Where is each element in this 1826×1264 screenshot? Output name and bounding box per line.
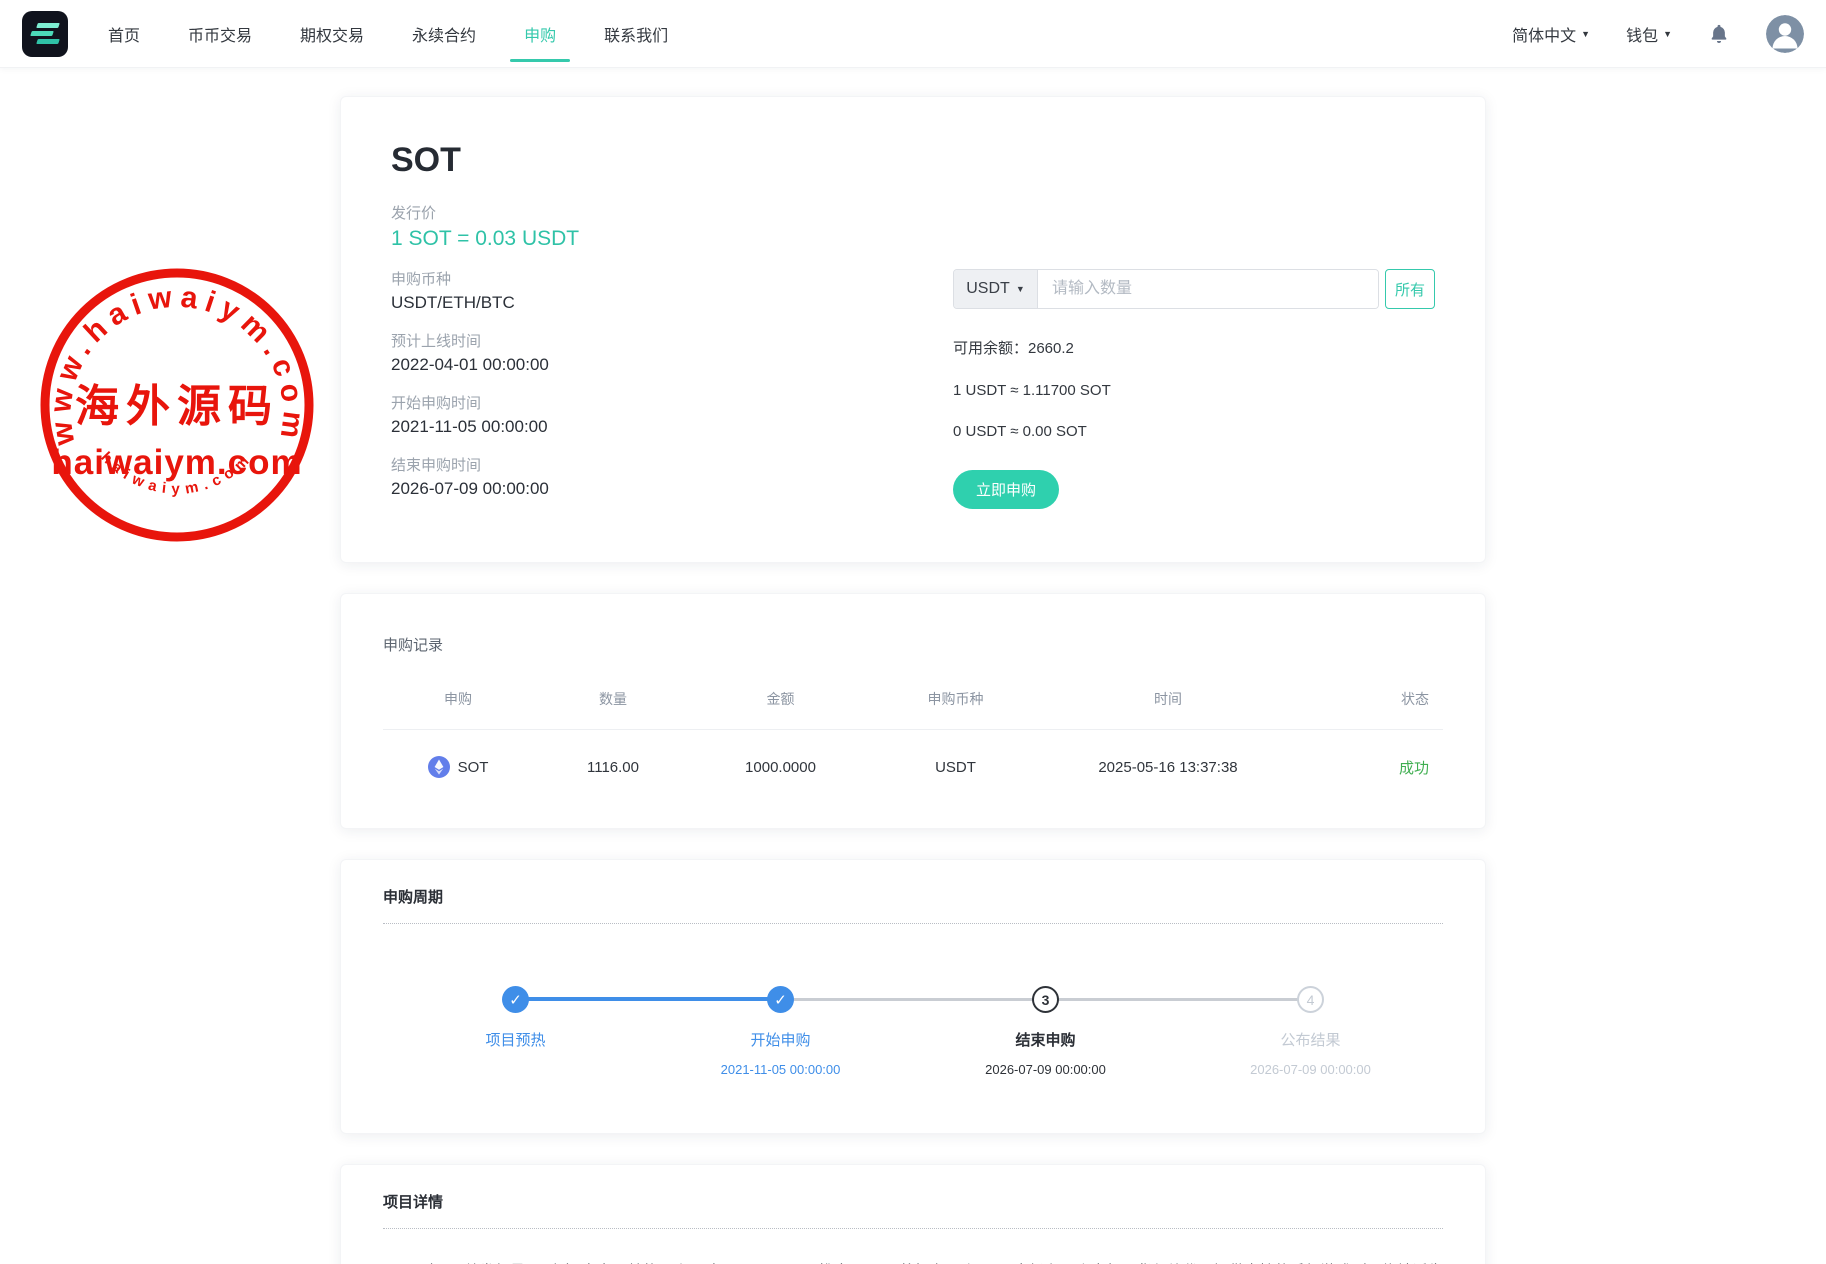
stamp-center-name: 海外源码 xyxy=(75,382,279,431)
logo-bar xyxy=(30,31,54,36)
nav-item-home[interactable]: 首页 xyxy=(106,16,142,52)
step-label: 公布结果 xyxy=(1280,1029,1340,1050)
subscribe-now-button[interactable]: 立即申购 xyxy=(953,470,1059,509)
start-time-label: 开始申购时间 xyxy=(391,392,953,413)
stamp-ring-text: www.haiwaiym.com xyxy=(44,280,310,448)
record-status-badge: 成功 xyxy=(1293,731,1443,778)
column-header: 时间 xyxy=(1043,689,1293,729)
currency-dropdown[interactable]: USDT ▼ xyxy=(954,270,1038,308)
svg-text:haiwaiym.com: haiwaiym.com xyxy=(97,449,256,498)
step-label: 结束申购 xyxy=(1015,1029,1075,1050)
check-icon: ✓ xyxy=(502,986,529,1013)
token-symbol: SOT xyxy=(391,141,953,180)
logo-bar xyxy=(36,39,60,44)
end-time-value: 2026-07-09 00:00:00 xyxy=(391,479,953,499)
timeline-step-result: 4 公布结果 2026-07-09 00:00:00 xyxy=(1178,986,1443,1077)
stamp-bottom-text: haiwaiym.com xyxy=(97,449,256,498)
user-avatar[interactable] xyxy=(1766,15,1804,53)
rate-line-1: 1 USDT ≈ 1.11700 SOT xyxy=(953,382,1435,399)
amount-input-group: USDT ▼ xyxy=(953,269,1379,309)
issue-price-label: 发行价 xyxy=(391,202,953,223)
issue-price-value: 1 SOT = 0.03 USDT xyxy=(391,227,953,251)
end-time-label: 结束申购时间 xyxy=(391,454,953,475)
svg-text:www.haiwaiym.com: www.haiwaiym.com xyxy=(44,280,310,448)
subscription-timeline: ✓ 项目预热 ✓ 开始申购 2021-11-05 00:00:00 3 结束申购… xyxy=(383,986,1443,1077)
language-selector[interactable]: 简体中文 ▼ xyxy=(1512,22,1590,46)
language-label: 简体中文 xyxy=(1512,22,1576,46)
nav-item-options-trade[interactable]: 期权交易 xyxy=(298,16,366,52)
main-content: SOT 发行价 1 SOT = 0.03 USDT 申购币种 USDT/ETH/… xyxy=(340,96,1486,1264)
timeline-step-preheat: ✓ 项目预热 xyxy=(383,986,648,1077)
record-coin-name: SOT xyxy=(458,759,489,776)
step-date: 2026-07-09 00:00:00 xyxy=(1250,1062,1371,1077)
record-amount: 1116.00 xyxy=(533,733,693,776)
timeline-step-start: ✓ 开始申购 2021-11-05 00:00:00 xyxy=(648,986,913,1077)
navbar: 首页 币币交易 期权交易 永续合约 申购 联系我们 简体中文 ▼ 钱包 ▼ xyxy=(0,0,1826,68)
step-date: 2026-07-09 00:00:00 xyxy=(985,1062,1106,1077)
nav-menu: 首页 币币交易 期权交易 永续合约 申购 联系我们 xyxy=(106,16,670,52)
nav-item-contact[interactable]: 联系我们 xyxy=(602,16,670,52)
column-header: 申购 xyxy=(383,689,533,729)
available-balance: 可用余额：2660.2 xyxy=(953,337,1435,358)
details-title: 项目详情 xyxy=(383,1191,1443,1212)
records-title: 申购记录 xyxy=(383,634,1443,655)
column-header: 状态 xyxy=(1293,689,1443,729)
records-table: 申购 数量 金额 申购币种 时间 状态 SOT 1116.00 1000.000… xyxy=(383,689,1443,778)
step-label: 开始申购 xyxy=(750,1029,810,1050)
record-time: 2025-05-16 13:37:38 xyxy=(1043,733,1293,776)
record-total: 1000.0000 xyxy=(693,733,868,776)
logo-bar xyxy=(36,23,60,28)
wallet-menu[interactable]: 钱包 ▼ xyxy=(1626,22,1672,46)
table-row-coin: SOT xyxy=(383,730,533,778)
nav-item-spot-trade[interactable]: 币币交易 xyxy=(186,16,254,52)
amount-input[interactable] xyxy=(1038,270,1378,308)
start-time-value: 2021-11-05 00:00:00 xyxy=(391,417,953,437)
details-card: 项目详情 SOT （项目总发行量100亿）由土耳其的一个团队于 25/07/20… xyxy=(340,1164,1486,1264)
dotted-divider xyxy=(383,923,1443,924)
check-icon: ✓ xyxy=(767,986,794,1013)
nav-item-subscribe[interactable]: 申购 xyxy=(522,16,558,52)
sale-info: SOT 发行价 1 SOT = 0.03 USDT 申购币种 USDT/ETH/… xyxy=(391,141,953,516)
watermark-stamp: www.haiwaiym.com 海外源码 haiwaiym.com haiwa… xyxy=(36,264,318,546)
pay-currency-label: 申购币种 xyxy=(391,268,953,289)
step-number: 4 xyxy=(1297,986,1324,1013)
dotted-divider xyxy=(383,1228,1443,1229)
launch-time-value: 2022-04-01 00:00:00 xyxy=(391,355,953,375)
record-currency: USDT xyxy=(868,733,1043,776)
eth-coin-icon xyxy=(428,756,450,778)
pay-currency-value: USDT/ETH/BTC xyxy=(391,293,953,313)
currency-dropdown-value: USDT xyxy=(966,280,1010,298)
column-header: 数量 xyxy=(533,689,693,729)
step-number: 3 xyxy=(1032,986,1059,1013)
launch-time-label: 预计上线时间 xyxy=(391,330,953,351)
cycle-card: 申购周期 ✓ 项目预热 ✓ 开始申购 2021-11-05 00:00:00 xyxy=(340,859,1486,1134)
table-divider xyxy=(383,729,1443,730)
caret-down-icon: ▼ xyxy=(1016,284,1025,294)
rate-line-2: 0 USDT ≈ 0.00 SOT xyxy=(953,423,1435,440)
caret-down-icon: ▼ xyxy=(1663,29,1672,39)
app-logo-icon[interactable] xyxy=(22,11,68,57)
stamp-center-domain: haiwaiym.com xyxy=(51,443,302,482)
subscription-card: SOT 发行价 1 SOT = 0.03 USDT 申购币种 USDT/ETH/… xyxy=(340,96,1486,563)
wallet-label: 钱包 xyxy=(1626,22,1658,46)
column-header: 申购币种 xyxy=(868,689,1043,729)
all-button[interactable]: 所有 xyxy=(1385,269,1435,309)
step-date: 2021-11-05 00:00:00 xyxy=(721,1062,841,1077)
notification-bell-icon[interactable] xyxy=(1708,23,1730,45)
nav-right: 简体中文 ▼ 钱包 ▼ xyxy=(1512,15,1804,53)
project-description: SOT （项目总发行量100亿）由土耳其的一个团队于 25/07/2021 推出… xyxy=(383,1257,1443,1264)
step-label: 项目预热 xyxy=(485,1029,545,1050)
column-header: 金额 xyxy=(693,689,868,729)
nav-item-perpetual[interactable]: 永续合约 xyxy=(410,16,478,52)
timeline-step-end: 3 结束申购 2026-07-09 00:00:00 xyxy=(913,986,1178,1077)
purchase-panel: USDT ▼ 所有 可用余额：2660.2 1 USDT ≈ 1.11700 S… xyxy=(953,269,1435,516)
records-card: 申购记录 申购 数量 金额 申购币种 时间 状态 SOT 1116.00 xyxy=(340,593,1486,829)
caret-down-icon: ▼ xyxy=(1581,29,1590,39)
cycle-title: 申购周期 xyxy=(383,886,1443,907)
